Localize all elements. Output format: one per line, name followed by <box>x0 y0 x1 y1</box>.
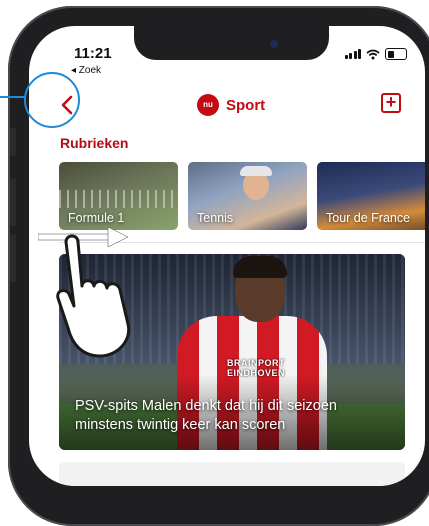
hand-gesture-icon <box>56 234 131 358</box>
nav-title: nu Sport <box>197 94 265 116</box>
section-title: Rubrieken <box>60 135 129 151</box>
highlight-circle <box>24 72 80 128</box>
next-article-card[interactable] <box>59 462 405 486</box>
category-card-formule1[interactable]: Formule 1 <box>59 162 178 230</box>
page-title: Sport <box>226 96 266 114</box>
status-icons <box>344 48 407 60</box>
phone-side-button <box>10 234 16 282</box>
category-card-tour-de-france[interactable]: Tour de France <box>317 162 425 230</box>
card-image <box>240 166 272 176</box>
category-card-tennis[interactable]: Tennis <box>188 162 307 230</box>
nu-sport-logo: nu <box>197 94 219 116</box>
camera-dot <box>270 40 278 48</box>
article-image <box>233 256 287 278</box>
category-card-label: Tennis <box>197 211 234 225</box>
status-time: 11:21 <box>74 45 112 62</box>
phone-side-button <box>10 178 16 226</box>
category-card-label: Tour de France <box>326 211 411 225</box>
highlight-pointer-line <box>0 96 26 98</box>
battery-icon <box>385 48 407 60</box>
category-carousel[interactable]: Formule 1 Tennis Tour de France <box>59 162 425 230</box>
wifi-icon <box>366 49 380 59</box>
back-to-app-link[interactable]: ◂ Zoek <box>71 65 101 76</box>
article-headline: PSV-spits Malen denkt dat hij dit seizoe… <box>75 398 337 433</box>
category-card-label: Formule 1 <box>68 211 125 225</box>
plus-square-icon[interactable]: + <box>381 93 401 113</box>
phone-side-button <box>10 128 16 156</box>
signal-icon <box>344 49 361 59</box>
card-image <box>59 190 178 208</box>
notch <box>134 26 329 60</box>
